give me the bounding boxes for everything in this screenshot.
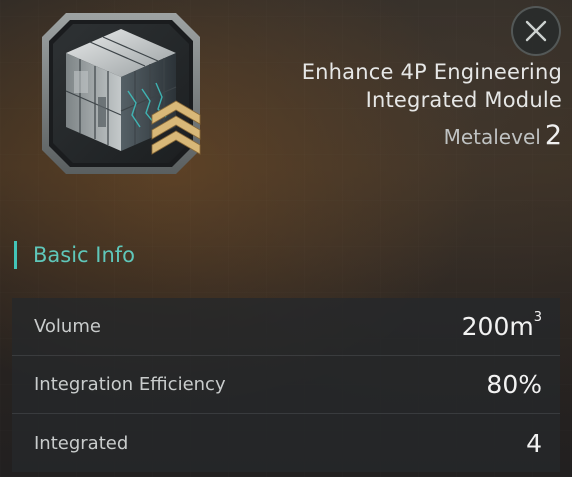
section-accent-bar <box>14 241 17 269</box>
item-name-line2: Integrated Module <box>365 88 562 112</box>
row-value: 200m3 <box>461 310 542 341</box>
row-value: 4 <box>526 428 542 458</box>
row-label: Volume <box>34 316 101 337</box>
item-name-line1: Enhance 4P Engineering <box>301 60 562 84</box>
metalevel-value: 2 <box>544 120 562 151</box>
item-icon-frame <box>40 11 202 176</box>
info-table: Volume 200m3 Integration Efficiency 80% … <box>12 298 560 472</box>
info-row-volume: Volume 200m3 <box>12 298 560 356</box>
close-icon <box>525 20 547 42</box>
row-value-unit-superscript: 3 <box>533 310 542 325</box>
row-label: Integrated <box>34 432 129 454</box>
info-row-integration-efficiency: Integration Efficiency 80% <box>12 356 560 414</box>
close-button[interactable] <box>511 6 561 56</box>
metalevel-label: Metalevel <box>443 125 541 149</box>
metalevel: Metalevel 2 <box>302 120 562 151</box>
row-value: 80% <box>486 370 542 399</box>
item-title-block: Enhance 4P Engineering Integrated Module… <box>302 58 562 151</box>
section-title: Basic Info <box>33 243 136 267</box>
row-label: Integration Efficiency <box>34 374 226 395</box>
section-header: Basic Info <box>14 240 135 270</box>
module-cube-icon <box>42 13 201 174</box>
info-row-integrated: Integrated 4 <box>12 414 560 472</box>
row-value-number: 200m <box>461 312 534 341</box>
